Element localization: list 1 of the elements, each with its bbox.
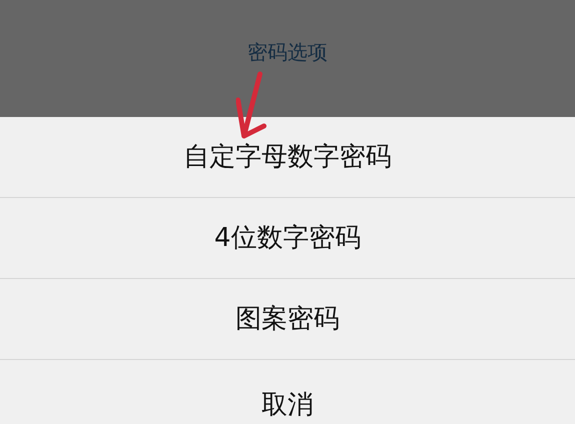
- sheet-title: 密码选项: [248, 38, 328, 66]
